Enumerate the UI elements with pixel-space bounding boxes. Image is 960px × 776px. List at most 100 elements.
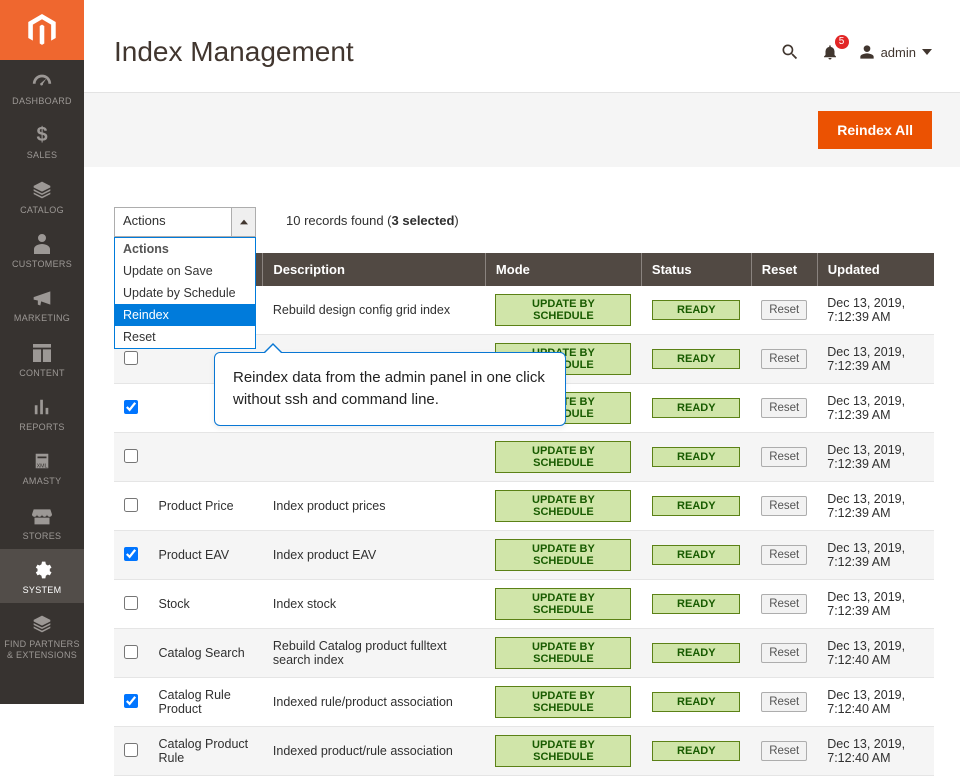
mode-badge: UPDATE BY SCHEDULE [495,441,631,473]
column-header[interactable]: Status [641,253,751,286]
mass-action-option[interactable]: Update on Save [115,260,255,282]
nav-item-content[interactable]: CONTENT [0,332,84,386]
table-row: Catalog Product RuleIndexed product/rule… [114,727,934,776]
column-header[interactable]: Updated [817,253,934,286]
cell-status: READY [641,433,751,482]
cell-description: Index product EAV [263,531,486,580]
cell-status: READY [641,629,751,678]
reset-button[interactable]: Reset [761,594,807,614]
status-badge: READY [652,447,740,467]
cell-indexer: Stock [149,580,263,629]
mode-badge: UPDATE BY SCHEDULE [495,735,631,767]
nav-item-amasty[interactable]: XMLAMASTY [0,440,84,494]
search-icon[interactable] [779,41,801,63]
nav-label: SALES [27,150,58,160]
reset-button[interactable]: Reset [761,496,807,516]
column-header[interactable]: Mode [485,253,641,286]
cell-status: READY [641,531,751,580]
cell-indexer: Catalog Product Rule [149,727,263,776]
customers-icon [31,233,53,255]
cell-description: Indexed rule/product association [263,678,486,727]
cell-status: READY [641,482,751,531]
cell-updated: Dec 13, 2019, 7:12:40 AM [817,678,934,727]
sales-icon: $ [31,124,53,146]
nav-item-customers[interactable]: CUSTOMERS [0,223,84,277]
table-row: UPDATE BY SCHEDULEREADYResetDec 13, 2019… [114,433,934,482]
cell-mode: UPDATE BY SCHEDULE [485,482,641,531]
reset-button[interactable]: Reset [761,545,807,565]
row-checkbox[interactable] [124,351,138,365]
reset-button[interactable]: Reset [761,741,807,761]
dashboard-icon [31,70,53,92]
status-badge: READY [652,349,740,369]
reindex-all-button[interactable]: Reindex All [818,111,932,149]
cell-description: Index stock [263,580,486,629]
column-header[interactable]: Description [263,253,486,286]
cell-mode: UPDATE BY SCHEDULE [485,678,641,727]
cell-indexer: Catalog Search [149,629,263,678]
row-checkbox[interactable] [124,694,138,708]
table-row: Product EAVIndex product EAVUPDATE BY SC… [114,531,934,580]
cell-description: Index product prices [263,482,486,531]
column-header[interactable]: Reset [751,253,817,286]
row-checkbox[interactable] [124,449,138,463]
cell-description: Indexed product/rule association [263,727,486,776]
grid-controls: Actions ActionsUpdate on SaveUpdate by S… [84,167,960,247]
nav-item-reports[interactable]: REPORTS [0,386,84,440]
chevron-down-icon [922,47,932,57]
mass-actions-select[interactable]: Actions ActionsUpdate on SaveUpdate by S… [114,207,256,237]
nav-item-sales[interactable]: $ SALES [0,114,84,168]
reset-button[interactable]: Reset [761,398,807,418]
magento-logo[interactable] [0,0,84,60]
nav-item-find-partners-extensions[interactable]: FIND PARTNERS & EXTENSIONS [0,603,84,668]
cell-status: READY [641,580,751,629]
status-badge: READY [652,300,740,320]
reset-button[interactable]: Reset [761,692,807,712]
reset-button[interactable]: Reset [761,300,807,320]
cell-updated: Dec 13, 2019, 7:12:40 AM [817,629,934,678]
row-checkbox[interactable] [124,547,138,561]
content-icon [31,342,53,364]
user-menu[interactable]: admin [859,44,932,60]
nav-label: CUSTOMERS [12,259,72,269]
mass-actions-toggle[interactable] [231,208,255,236]
nav-item-stores[interactable]: STORES [0,495,84,549]
cell-description: Rebuild Catalog product fulltext search … [263,629,486,678]
mass-action-option[interactable]: Update by Schedule [115,282,255,304]
mass-action-option[interactable]: Reset [115,326,255,348]
mode-badge: UPDATE BY SCHEDULE [495,588,631,620]
records-found: 10 records found (3 selected) [286,207,459,228]
status-badge: READY [652,496,740,516]
notification-badge: 5 [835,35,849,49]
nav-item-dashboard[interactable]: DASHBOARD [0,60,84,114]
mass-actions-dropdown: ActionsUpdate on SaveUpdate by ScheduleR… [114,237,256,349]
row-checkbox[interactable] [124,498,138,512]
nav-item-marketing[interactable]: MARKETING [0,277,84,331]
cell-description [263,433,486,482]
row-checkbox[interactable] [124,400,138,414]
reset-button[interactable]: Reset [761,447,807,467]
row-checkbox[interactable] [124,645,138,659]
cell-status: READY [641,286,751,335]
row-checkbox[interactable] [124,596,138,610]
row-checkbox[interactable] [124,743,138,757]
nav-item-catalog[interactable]: CATALOG [0,169,84,223]
reset-button[interactable]: Reset [761,349,807,369]
mass-action-option[interactable]: Reindex [115,304,255,326]
magento-logo-icon [28,14,56,46]
status-badge: READY [652,692,740,712]
mode-badge: UPDATE BY SCHEDULE [495,686,631,718]
reset-button[interactable]: Reset [761,643,807,663]
svg-text:XML: XML [37,464,48,470]
cell-updated: Dec 13, 2019, 7:12:39 AM [817,580,934,629]
cell-indexer: Catalog Rule Product [149,678,263,727]
status-badge: READY [652,643,740,663]
status-badge: READY [652,594,740,614]
status-badge: READY [652,398,740,418]
nav-label: DASHBOARD [12,96,72,106]
notifications-icon[interactable]: 5 [819,41,841,63]
reports-icon [31,396,53,418]
nav-item-system[interactable]: SYSTEM [0,549,84,603]
cell-updated: Dec 13, 2019, 7:12:39 AM [817,531,934,580]
cell-mode: UPDATE BY SCHEDULE [485,531,641,580]
